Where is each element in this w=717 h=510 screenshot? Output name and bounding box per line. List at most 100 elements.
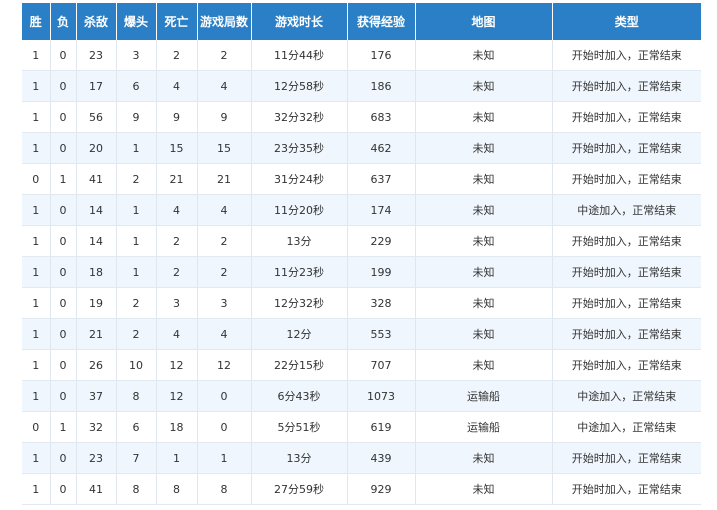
cell-headshots: 8 [116,473,157,505]
cell-losses: 0 [50,473,77,505]
cell-rounds: 3 [197,287,252,319]
cell-headshots: 7 [116,442,157,474]
cell-losses: 0 [50,101,77,133]
header-duration: 游戏时长 [251,3,348,40]
header-wins: 胜 [22,3,51,40]
cell-map: 运输船 [415,411,553,443]
cell-duration: 31分24秒 [251,163,348,195]
cell-deaths: 8 [156,473,198,505]
cell-type: 开始时加入，正常结束 [552,349,701,381]
cell-losses: 0 [50,40,77,71]
cell-experience: 707 [347,349,416,381]
cell-map: 未知 [415,70,553,102]
table-row: 1 0 14 1 4 4 11分20秒 174 未知 中途加入，正常结束 [22,194,701,226]
cell-duration: 22分15秒 [251,349,348,381]
cell-duration: 32分32秒 [251,101,348,133]
cell-deaths: 15 [156,132,198,164]
cell-headshots: 6 [116,70,157,102]
cell-deaths: 2 [156,225,198,257]
cell-deaths: 2 [156,40,198,71]
cell-wins: 1 [22,225,51,257]
cell-headshots: 9 [116,101,157,133]
header-headshots: 爆头 [116,3,157,40]
cell-map: 未知 [415,256,553,288]
cell-kills: 20 [76,132,117,164]
cell-rounds: 8 [197,473,252,505]
table-row: 1 0 19 2 3 3 12分32秒 328 未知 开始时加入，正常结束 [22,287,701,319]
cell-losses: 0 [50,70,77,102]
cell-headshots: 2 [116,287,157,319]
cell-experience: 176 [347,40,416,71]
table-row: 1 0 21 2 4 4 12分 553 未知 开始时加入，正常结束 [22,318,701,350]
table-row: 1 0 20 1 15 15 23分35秒 462 未知 开始时加入，正常结束 [22,132,701,164]
cell-kills: 14 [76,225,117,257]
cell-map: 未知 [415,163,553,195]
cell-type: 中途加入，正常结束 [552,411,701,443]
cell-losses: 1 [50,411,77,443]
cell-losses: 0 [50,256,77,288]
cell-deaths: 1 [156,442,198,474]
cell-type: 开始时加入，正常结束 [552,318,701,350]
table-row: 0 1 41 2 21 21 31分24秒 637 未知 开始时加入，正常结束 [22,163,701,195]
cell-kills: 23 [76,442,117,474]
cell-deaths: 4 [156,318,198,350]
cell-duration: 23分35秒 [251,132,348,164]
cell-experience: 1073 [347,380,416,412]
cell-losses: 1 [50,163,77,195]
cell-deaths: 4 [156,194,198,226]
cell-kills: 26 [76,349,117,381]
cell-kills: 32 [76,411,117,443]
game-stats-table: 胜 负 杀敌 爆头 死亡 游戏局数 游戏时长 获得经验 地图 类型 1 0 23 3 2… [22,3,701,505]
table-row: 1 0 41 8 8 8 27分59秒 929 未知 开始时加入，正常结束 [22,473,701,505]
cell-deaths: 9 [156,101,198,133]
cell-type: 开始时加入，正常结束 [552,287,701,319]
cell-deaths: 12 [156,380,198,412]
cell-rounds: 4 [197,70,252,102]
cell-experience: 462 [347,132,416,164]
table-row: 1 0 23 3 2 2 11分44秒 176 未知 开始时加入，正常结束 [22,40,701,71]
cell-type: 开始时加入，正常结束 [552,256,701,288]
cell-kills: 41 [76,473,117,505]
cell-type: 开始时加入，正常结束 [552,163,701,195]
cell-wins: 1 [22,349,51,381]
cell-type: 开始时加入，正常结束 [552,101,701,133]
cell-experience: 553 [347,318,416,350]
cell-experience: 683 [347,101,416,133]
cell-map: 未知 [415,40,553,71]
cell-headshots: 1 [116,132,157,164]
cell-wins: 0 [22,411,51,443]
table-row: 1 0 26 10 12 12 22分15秒 707 未知 开始时加入，正常结束 [22,349,701,381]
cell-map: 未知 [415,318,553,350]
cell-deaths: 3 [156,287,198,319]
cell-deaths: 21 [156,163,198,195]
cell-rounds: 4 [197,194,252,226]
cell-rounds: 0 [197,380,252,412]
cell-kills: 37 [76,380,117,412]
cell-rounds: 2 [197,40,252,71]
header-type: 类型 [552,3,701,40]
cell-rounds: 1 [197,442,252,474]
table-body: 1 0 23 3 2 2 11分44秒 176 未知 开始时加入，正常结束 1 0 17 6 4 4 12分58… [22,40,701,505]
cell-rounds: 9 [197,101,252,133]
cell-kills: 41 [76,163,117,195]
table-row: 1 0 37 8 12 0 6分43秒 1073 运输船 中途加入，正常结束 [22,380,701,412]
cell-duration: 11分23秒 [251,256,348,288]
cell-kills: 23 [76,40,117,71]
cell-wins: 1 [22,318,51,350]
cell-kills: 19 [76,287,117,319]
cell-type: 开始时加入，正常结束 [552,132,701,164]
cell-losses: 0 [50,132,77,164]
cell-map: 未知 [415,194,553,226]
cell-type: 中途加入，正常结束 [552,380,701,412]
table-header-row: 胜 负 杀敌 爆头 死亡 游戏局数 游戏时长 获得经验 地图 类型 [22,3,701,40]
cell-wins: 1 [22,40,51,71]
cell-type: 开始时加入，正常结束 [552,40,701,71]
cell-experience: 619 [347,411,416,443]
cell-map: 未知 [415,101,553,133]
cell-wins: 1 [22,256,51,288]
cell-type: 开始时加入，正常结束 [552,442,701,474]
header-kills: 杀敌 [76,3,117,40]
cell-wins: 1 [22,287,51,319]
cell-duration: 5分51秒 [251,411,348,443]
cell-duration: 13分 [251,442,348,474]
